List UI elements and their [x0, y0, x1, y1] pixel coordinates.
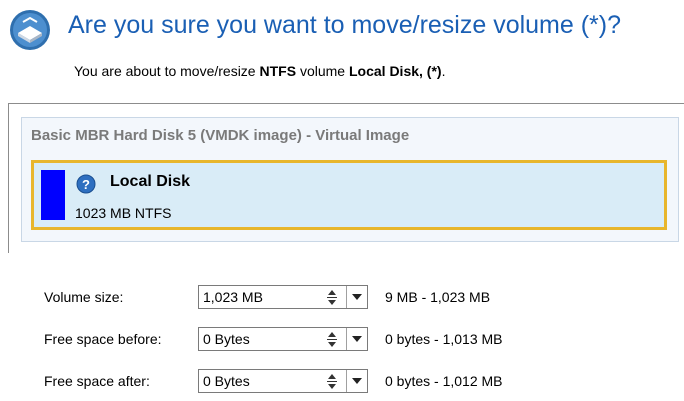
disk-resize-icon: [10, 10, 50, 50]
free-space-before-range: 0 bytes - 1,013 MB: [385, 331, 503, 347]
free-space-before-input[interactable]: 0 Bytes: [198, 327, 368, 351]
free-space-after-range: 0 bytes - 1,012 MB: [385, 373, 503, 389]
disk-title: Basic MBR Hard Disk 5 (VMDK image) - Vir…: [31, 127, 410, 144]
free-space-after-input[interactable]: 0 Bytes: [198, 369, 368, 393]
help-icon: ?: [76, 174, 96, 194]
svg-text:?: ?: [82, 177, 90, 192]
volume-size-info: 1023 MB NTFS: [75, 205, 172, 221]
volume-size-spinner[interactable]: [322, 286, 342, 308]
free-space-before-label: Free space before:: [44, 331, 162, 347]
free-space-before-dropdown-button[interactable]: [346, 328, 367, 350]
free-space-after-dropdown-button[interactable]: [346, 370, 367, 392]
volume-color-bar: [41, 170, 65, 220]
free-space-after-label: Free space after:: [44, 373, 150, 389]
dialog-subtitle: You are about to move/resize NTFS volume…: [74, 63, 446, 79]
volume-size-input[interactable]: 1,023 MB: [198, 285, 368, 309]
volume-name: Local Disk: [110, 173, 191, 190]
volume-size-label: Volume size:: [44, 289, 124, 305]
volume-size-dropdown-button[interactable]: [346, 286, 367, 308]
volume-size-range: 9 MB - 1,023 MB: [385, 289, 491, 305]
free-space-after-spinner[interactable]: [322, 370, 342, 392]
free-space-before-spinner[interactable]: [322, 328, 342, 350]
dialog-title: Are you sure you want to move/resize vol…: [68, 11, 622, 39]
